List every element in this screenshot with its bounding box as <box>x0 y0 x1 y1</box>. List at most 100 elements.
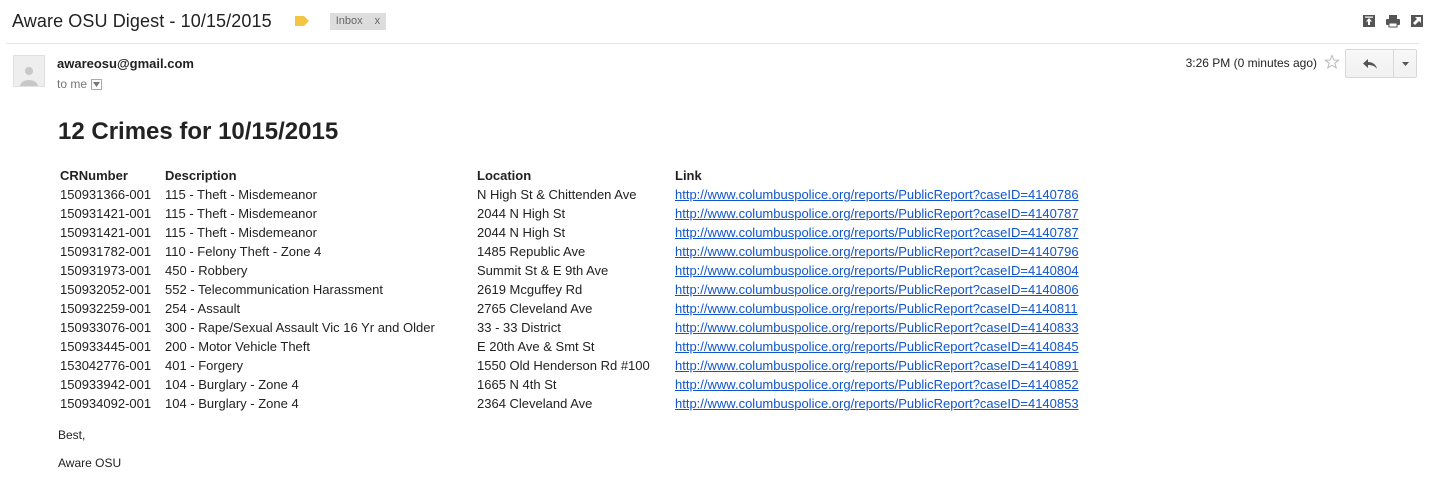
cell-description: 254 - Assault <box>165 301 241 316</box>
reply-arrow-icon <box>1362 58 1377 69</box>
report-link[interactable]: http://www.columbuspolice.org/reports/Pu… <box>675 377 1079 392</box>
report-link[interactable]: http://www.columbuspolice.org/reports/Pu… <box>675 320 1079 335</box>
cell-description: 300 - Rape/Sexual Assault Vic 16 Yr and … <box>165 320 435 335</box>
table-row: 150931973-001 450 - Robbery Summit St & E … <box>56 261 1083 280</box>
cell-description: 104 - Burglary - Zone 4 <box>165 396 299 411</box>
cell-description: 115 - Theft - Misdemeanor <box>165 225 317 240</box>
reply-button-group <box>1345 49 1417 78</box>
cell-link: http://www.columbuspolice.org/reports/Pu… <box>671 375 1083 394</box>
header-divider <box>6 43 1419 44</box>
cell-link: http://www.columbuspolice.org/reports/Pu… <box>671 280 1083 299</box>
closing-text: Best, <box>58 428 86 442</box>
cell-location: 2044 N High St <box>477 206 566 221</box>
cell-location: Summit St & E 9th Ave <box>477 263 609 278</box>
cell-description: 200 - Motor Vehicle Theft <box>165 339 311 354</box>
cell-crnumber: 150931421-001 <box>60 206 152 221</box>
open-in-new-window-icon[interactable] <box>1361 13 1377 29</box>
cell-crnumber: 150931782-001 <box>60 244 152 259</box>
report-link[interactable]: http://www.columbuspolice.org/reports/Pu… <box>675 206 1079 221</box>
cell-link: http://www.columbuspolice.org/reports/Pu… <box>671 223 1083 242</box>
label-tag-icon[interactable] <box>294 15 310 27</box>
cell-location: 2364 Cleveland Ave <box>477 396 593 411</box>
cell-description: 115 - Theft - Misdemeanor <box>165 206 317 221</box>
cell-location: 1485 Republic Ave <box>477 244 586 259</box>
cell-description: 115 - Theft - Misdemeanor <box>165 187 317 202</box>
report-link[interactable]: http://www.columbuspolice.org/reports/Pu… <box>675 263 1079 278</box>
cell-crnumber: 150931366-001 <box>60 187 152 202</box>
cell-link: http://www.columbuspolice.org/reports/Pu… <box>671 204 1083 223</box>
table-row: 150932259-001 254 - Assault 2765 Cleveland… <box>56 299 1083 318</box>
table-row: 150931366-001 115 - Theft - Misdemeanor N … <box>56 185 1083 204</box>
cell-crnumber: 150932052-001 <box>60 282 152 297</box>
table-row: 150931782-001 110 - Felony Theft - Zone 4… <box>56 242 1083 261</box>
inbox-label-chip[interactable]: Inbox x <box>329 12 387 30</box>
sender-email[interactable]: awareosu@gmail.com <box>57 56 194 71</box>
report-link[interactable]: http://www.columbuspolice.org/reports/Pu… <box>675 301 1078 316</box>
table-row: 153042776-001 401 - Forgery 1550 Old Hende… <box>56 356 1083 375</box>
cell-location: 1550 Old Henderson Rd #100 <box>477 358 650 373</box>
person-silhouette-icon <box>20 67 38 86</box>
report-link[interactable]: http://www.columbuspolice.org/reports/Pu… <box>675 187 1079 202</box>
cell-link: http://www.columbuspolice.org/reports/Pu… <box>671 394 1083 413</box>
table-row: 150931421-001 115 - Theft - Misdemeanor 20… <box>56 204 1083 223</box>
report-link[interactable]: http://www.columbuspolice.org/reports/Pu… <box>675 339 1079 354</box>
cell-location: 2619 Mcguffey Rd <box>477 282 583 297</box>
recipient-text: to me <box>57 77 88 91</box>
email-subject: Aware OSU Digest - 10/15/2015 <box>12 10 272 31</box>
remove-label-button[interactable]: x <box>375 13 381 30</box>
caret-down-icon <box>93 81 101 87</box>
cell-link: http://www.columbuspolice.org/reports/Pu… <box>671 242 1083 261</box>
report-link[interactable]: http://www.columbuspolice.org/reports/Pu… <box>675 358 1079 373</box>
cell-location: 33 - 33 District <box>477 320 561 335</box>
table-row: 150933445-001 200 - Motor Vehicle Theft E … <box>56 337 1083 356</box>
cell-crnumber: 150932259-001 <box>60 301 152 316</box>
cell-description: 104 - Burglary - Zone 4 <box>165 377 299 392</box>
cell-crnumber: 150931973-001 <box>60 263 152 278</box>
report-link[interactable]: http://www.columbuspolice.org/reports/Pu… <box>675 225 1079 240</box>
cell-link: http://www.columbuspolice.org/reports/Pu… <box>671 337 1083 356</box>
cell-description: 401 - Forgery <box>165 358 244 373</box>
cell-crnumber: 150931421-001 <box>60 225 152 240</box>
cell-link: http://www.columbuspolice.org/reports/Pu… <box>671 318 1083 337</box>
column-header-location: Location <box>477 168 532 183</box>
cell-description: 110 - Felony Theft - Zone 4 <box>165 244 322 259</box>
star-icon[interactable] <box>1324 54 1340 70</box>
cell-location: E 20th Ave & Smt St <box>477 339 595 354</box>
print-icon[interactable] <box>1385 13 1401 29</box>
report-link[interactable]: http://www.columbuspolice.org/reports/Pu… <box>675 282 1079 297</box>
column-header-link: Link <box>675 168 702 183</box>
cell-location: 2044 N High St <box>477 225 566 240</box>
subject-row: Aware OSU Digest - 10/15/2015 Inbox x <box>12 8 387 34</box>
column-header-description: Description <box>165 168 237 183</box>
recipient-details-dropdown[interactable] <box>91 78 103 90</box>
table-row: 150933942-001 104 - Burglary - Zone 4 1665… <box>56 375 1083 394</box>
more-actions-button[interactable] <box>1394 50 1416 77</box>
caret-down-icon <box>1401 61 1409 66</box>
cell-location: N High St & Chittenden Ave <box>477 187 637 202</box>
cell-crnumber: 150934092-001 <box>60 396 152 411</box>
cell-location: 2765 Cleveland Ave <box>477 301 593 316</box>
message-timestamp: 3:26 PM (0 minutes ago) <box>1185 56 1317 70</box>
cell-crnumber: 153042776-001 <box>60 358 152 373</box>
top-toolbar-icons <box>1361 13 1425 29</box>
email-heading: 12 Crimes for 10/15/2015 <box>58 118 339 145</box>
report-link[interactable]: http://www.columbuspolice.org/reports/Pu… <box>675 244 1079 259</box>
crimes-table: CRNumber Description Location Link 15093… <box>56 166 1083 413</box>
table-row: 150931421-001 115 - Theft - Misdemeanor 20… <box>56 223 1083 242</box>
inbox-label: Inbox <box>335 14 363 27</box>
cell-location: 1665 N 4th St <box>477 377 557 392</box>
expand-icon[interactable] <box>1409 13 1425 29</box>
recipient-line: to me <box>57 77 103 91</box>
cell-crnumber: 150933076-001 <box>60 320 152 335</box>
cell-link: http://www.columbuspolice.org/reports/Pu… <box>671 356 1083 375</box>
table-row: 150932052-001 552 - Telecommunication Har… <box>56 280 1083 299</box>
column-header-crnumber: CRNumber <box>60 168 128 183</box>
reply-button[interactable] <box>1346 50 1394 77</box>
report-link[interactable]: http://www.columbuspolice.org/reports/Pu… <box>675 396 1079 411</box>
sender-avatar[interactable] <box>13 55 45 87</box>
cell-crnumber: 150933942-001 <box>60 377 152 392</box>
cell-link: http://www.columbuspolice.org/reports/Pu… <box>671 299 1083 318</box>
table-row: 150933076-001 300 - Rape/Sexual Assault V… <box>56 318 1083 337</box>
cell-description: 450 - Robbery <box>165 263 248 278</box>
table-header-row: CRNumber Description Location Link <box>56 166 1083 185</box>
